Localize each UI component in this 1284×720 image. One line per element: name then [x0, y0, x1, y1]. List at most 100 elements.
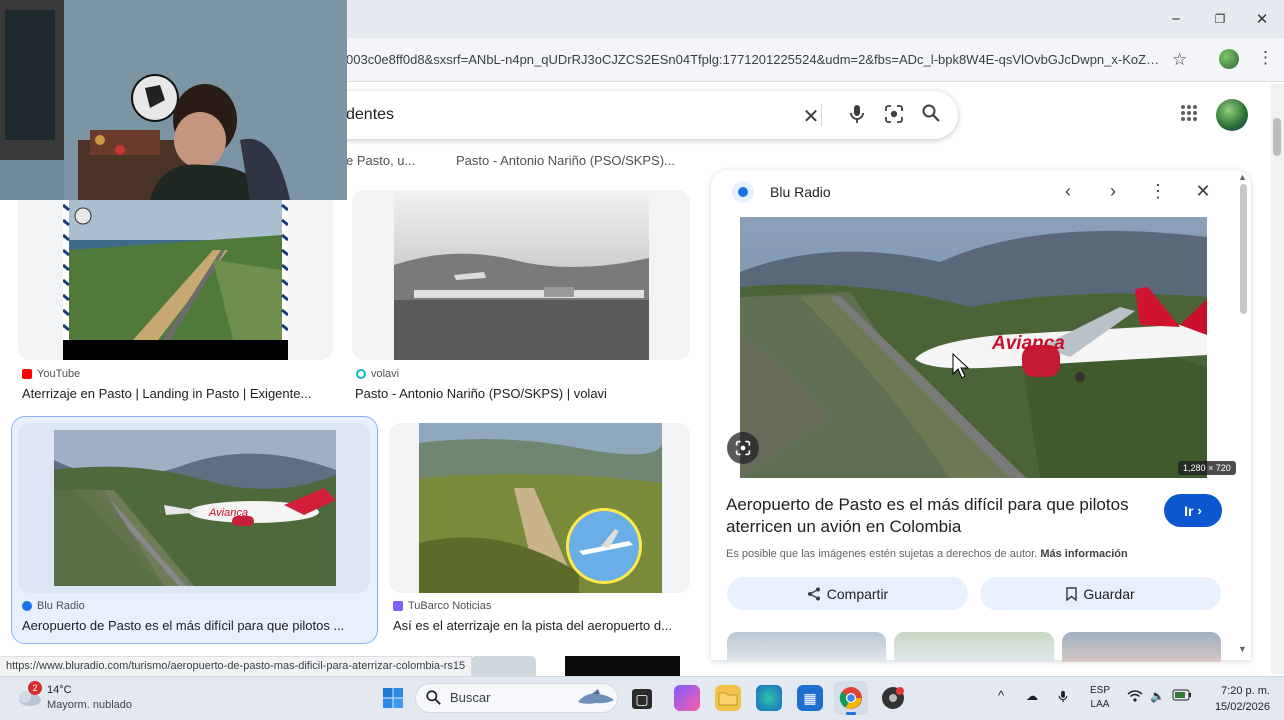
clear-search-icon[interactable]: ✕: [799, 104, 823, 129]
visit-button[interactable]: Ir ›: [1164, 494, 1222, 527]
panel-scroll-down-icon[interactable]: ▼: [1238, 644, 1247, 654]
chevron-right-icon: ›: [1197, 503, 1202, 518]
share-label: Compartir: [826, 585, 889, 602]
close-window-button[interactable]: ✕: [1240, 0, 1284, 38]
panel-scrollbar-thumb[interactable]: [1240, 184, 1247, 314]
webcam-overlay: [0, 0, 347, 200]
page-scrollbar[interactable]: [1271, 84, 1284, 674]
result-title[interactable]: Aeropuerto de Pasto es el más difícil pa…: [22, 618, 362, 633]
related-image-thumb[interactable]: [727, 632, 886, 662]
result-image-card[interactable]: [389, 423, 690, 593]
search-submit-icon[interactable]: [919, 104, 943, 128]
result-title[interactable]: Aterrizaje en Pasto | Landing in Pasto |…: [22, 386, 332, 401]
clock-date: 15/02/2026: [1214, 701, 1270, 713]
next-row-thumbnail[interactable]: [470, 656, 536, 676]
more-info-link[interactable]: Más información: [1040, 548, 1127, 560]
copyright-notice: Es posible que las imágenes estén sujeta…: [726, 548, 1128, 560]
previous-image-icon[interactable]: ‹: [1056, 181, 1080, 202]
microphone-tray-icon[interactable]: [1058, 689, 1068, 707]
chrome-icon[interactable]: [838, 685, 864, 711]
plane-brand-label: Avianca: [991, 333, 1065, 354]
close-panel-icon[interactable]: ✕: [1191, 181, 1215, 202]
tray-overflow-icon[interactable]: ^: [998, 688, 1004, 703]
save-button[interactable]: Guardar: [980, 577, 1221, 610]
result-source[interactable]: Blu Radio: [22, 600, 85, 612]
related-image-thumb[interactable]: [1062, 632, 1221, 662]
browser-menu-icon[interactable]: ⋮: [1257, 48, 1274, 68]
search-input[interactable]: dentes: [346, 106, 394, 124]
file-explorer-icon[interactable]: [715, 685, 741, 711]
result-source-label: TuBarco Noticias: [408, 600, 492, 612]
weather-description[interactable]: Mayorm. nublado: [47, 699, 132, 711]
volavi-icon: [356, 369, 366, 379]
keyboard-layout: LAA: [1090, 699, 1110, 710]
result-image-card[interactable]: [352, 190, 690, 360]
result-title[interactable]: Pasto - Antonio Nariño (PSO/SKPS) | vola…: [355, 386, 685, 401]
result-source[interactable]: TuBarco Noticias: [393, 600, 491, 612]
result-source[interactable]: YouTube: [22, 368, 80, 380]
bluradio-logo-icon: [732, 181, 754, 203]
cloud-sync-icon[interactable]: ☁: [1026, 689, 1038, 703]
bluradio-icon: [22, 601, 32, 611]
bookmark-icon: [1066, 586, 1078, 601]
share-button[interactable]: Compartir: [727, 577, 968, 610]
visit-button-label: Ir: [1184, 502, 1194, 519]
battery-icon[interactable]: [1172, 689, 1192, 704]
edge-browser-icon[interactable]: [756, 685, 782, 711]
next-row-thumbnail[interactable]: [565, 656, 680, 676]
result-image-card[interactable]: [18, 190, 333, 360]
prev-row-caption[interactable]: e Pasto, u...: [346, 153, 415, 168]
image-size-badge: 1,280 × 720: [1178, 461, 1236, 475]
minimize-button[interactable]: −: [1154, 0, 1198, 38]
tubarco-icon: [393, 601, 403, 611]
result-source[interactable]: volavi: [356, 368, 399, 380]
share-icon: [807, 587, 820, 600]
panel-title[interactable]: Aeropuerto de Pasto es el más difícil pa…: [726, 494, 1146, 538]
bookmark-star-icon[interactable]: ☆: [1172, 50, 1187, 70]
search-highlight-icon: [576, 688, 616, 713]
active-app-indicator: [846, 712, 856, 715]
taskbar-search-icon: [426, 690, 441, 710]
volume-icon[interactable]: 🔈: [1150, 689, 1165, 703]
chrome-profile-icon[interactable]: [880, 685, 906, 711]
more-options-icon[interactable]: ⋮: [1146, 181, 1170, 202]
result-thumbnail: [394, 190, 649, 360]
link-status-url: https://www.bluradio.com/turismo/aeropue…: [0, 656, 473, 676]
related-image-thumb[interactable]: [894, 632, 1054, 662]
google-apps-icon[interactable]: [1180, 104, 1198, 128]
voice-search-icon[interactable]: [845, 104, 869, 130]
task-view-icon[interactable]: ▢: [632, 689, 652, 709]
language-code: ESP: [1090, 685, 1111, 696]
next-image-icon[interactable]: ›: [1101, 181, 1125, 202]
url-text[interactable]: 003c0e8ff0d8&sxsrf=ANbL-n4pn_qUDrRJ3oCJZ…: [346, 52, 1166, 67]
store-icon[interactable]: ▦: [797, 685, 823, 711]
copilot-icon[interactable]: [674, 685, 700, 711]
search-divider: [821, 104, 822, 126]
lens-overlay-icon[interactable]: [727, 432, 759, 464]
result-image-card[interactable]: Avianca: [18, 423, 370, 593]
profile-icon[interactable]: [1219, 49, 1239, 69]
result-thumbnail: Avianca: [54, 430, 336, 586]
clock-time: 7:20 p. m.: [1221, 685, 1270, 697]
taskbar-search-label: Buscar: [450, 690, 491, 705]
result-source-label: volavi: [371, 368, 400, 380]
prev-row-caption[interactable]: Pasto - Antonio Nariño (PSO/SKPS)...: [456, 153, 675, 168]
windows-start-icon[interactable]: [380, 685, 406, 711]
weather-alert-badge: 2: [28, 681, 42, 695]
result-title[interactable]: Así es el aterrizaje en la pista del aer…: [393, 618, 689, 633]
maximize-button[interactable]: ❐: [1198, 0, 1242, 38]
clock[interactable]: 7:20 p. m. 15/02/2026: [1206, 683, 1270, 715]
youtube-icon: [22, 369, 32, 379]
result-source-label: YouTube: [37, 368, 81, 380]
panel-scroll-up-icon[interactable]: ▲: [1238, 172, 1247, 182]
preview-image[interactable]: Avianca: [740, 217, 1207, 478]
account-avatar[interactable]: [1216, 99, 1248, 131]
panel-source[interactable]: Blu Radio: [770, 184, 831, 200]
result-thumbnail: [63, 190, 288, 360]
wifi-icon[interactable]: [1127, 689, 1143, 705]
page-scrollbar-thumb[interactable]: [1273, 118, 1281, 156]
weather-temperature[interactable]: 14°C: [47, 684, 72, 696]
plane-brand-label: Avianca: [208, 507, 248, 519]
language-indicator[interactable]: ESP LAA: [1090, 684, 1110, 712]
lens-search-icon[interactable]: [882, 104, 906, 130]
